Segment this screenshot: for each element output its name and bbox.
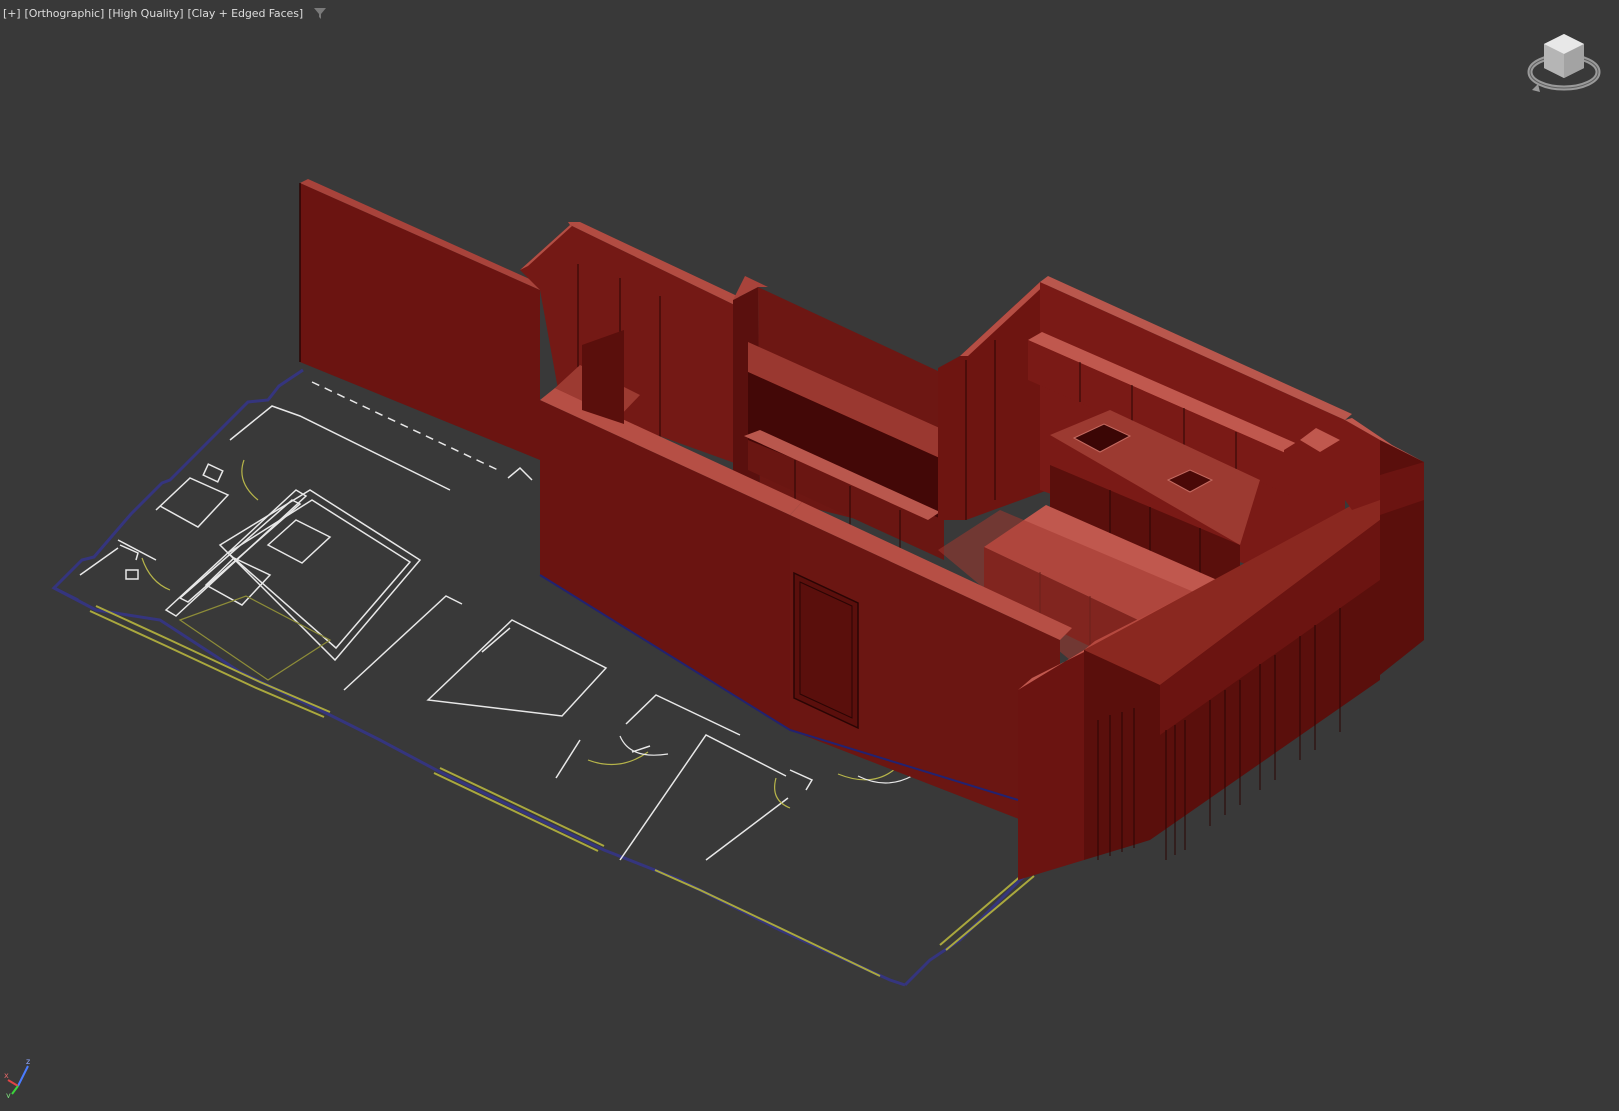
axis-z-label: z xyxy=(26,1057,30,1066)
axis-tripod-icon: z x y xyxy=(4,1057,30,1098)
viewcube-icon[interactable] xyxy=(1526,30,1602,98)
viewport-canvas[interactable] xyxy=(0,0,1619,1111)
wall-model xyxy=(299,179,1424,880)
axis-x-label: x xyxy=(4,1071,9,1080)
axis-y-label: y xyxy=(6,1091,11,1098)
